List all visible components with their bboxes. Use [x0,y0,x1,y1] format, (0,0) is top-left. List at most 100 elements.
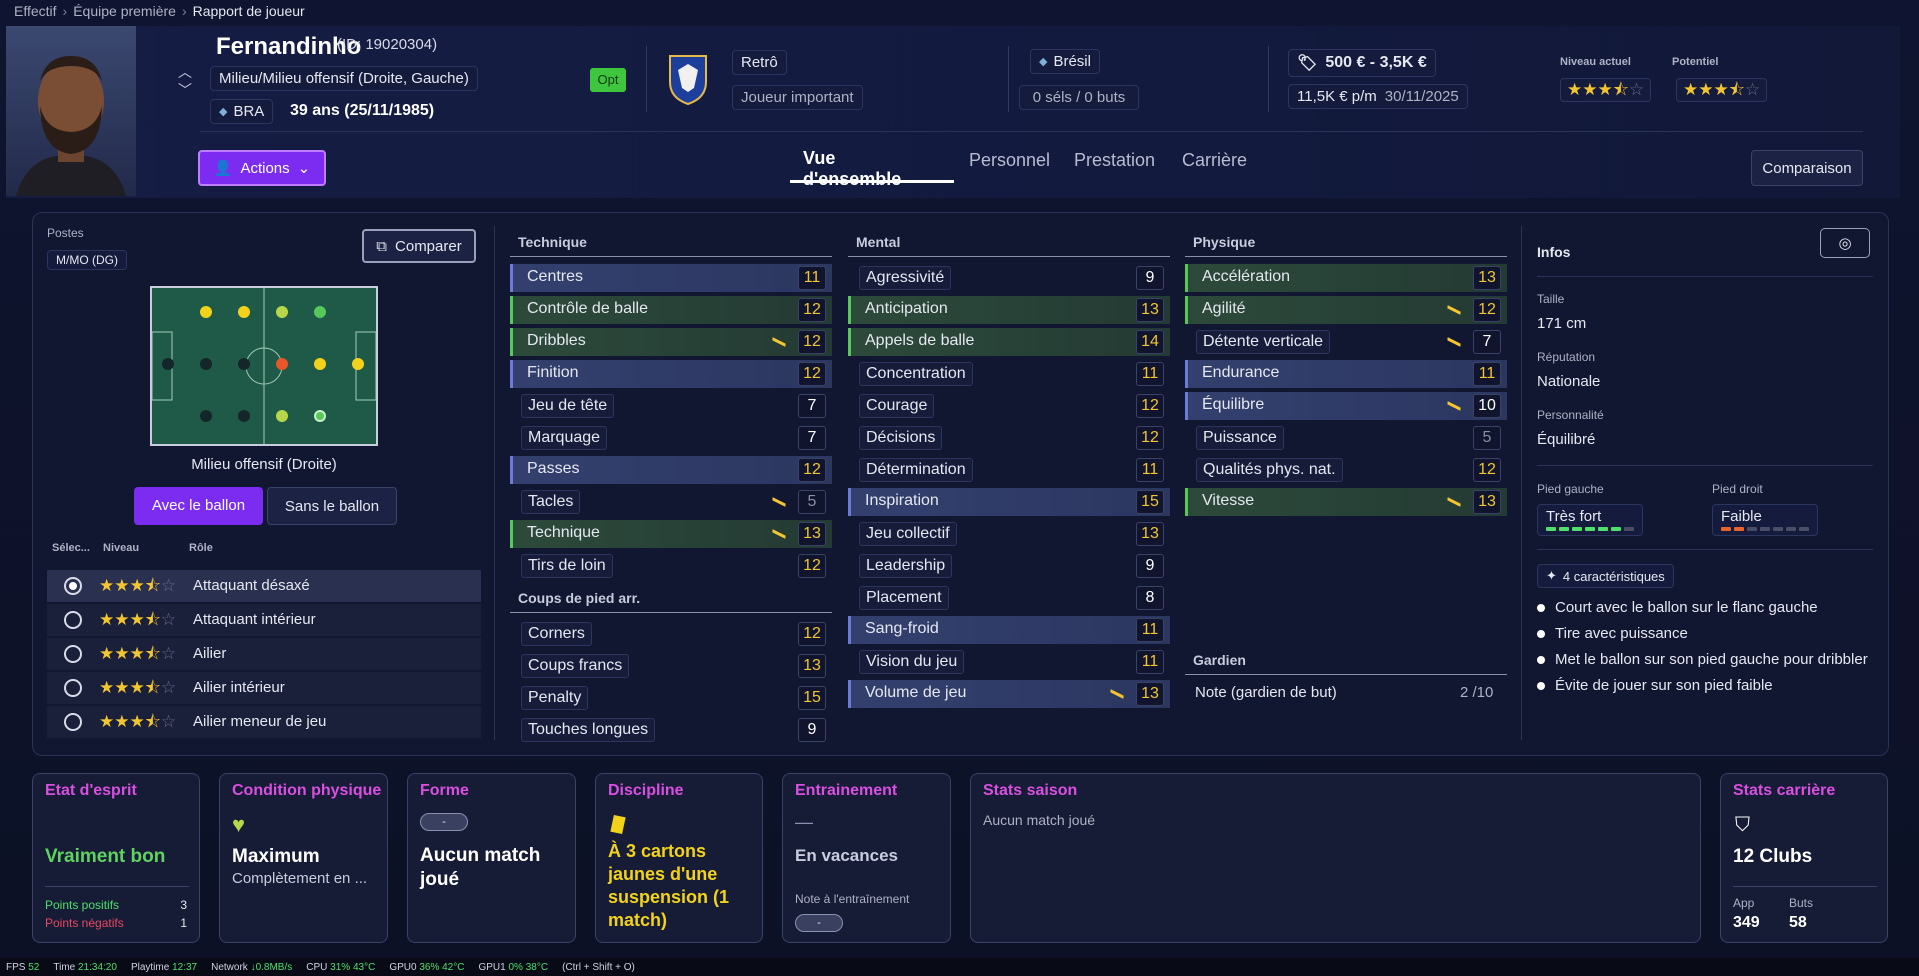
attribute-row[interactable]: Dribbles 12 [510,328,832,356]
value-pill[interactable]: 🏷 500 € - 3,5K € [1288,49,1436,77]
attribute-row[interactable]: Penalty 15 [510,684,832,712]
role-row[interactable]: ★★★⯪☆ Ailier [47,638,481,670]
heart-icon: ♥ [232,812,246,837]
attribute-value: 12 [798,330,826,354]
attribute-row[interactable]: Placement 8 [848,584,1170,612]
attribute-row[interactable]: Corners 12 [510,620,832,648]
attribute-row[interactable]: Tirs de loin 12 [510,552,832,580]
role-row[interactable]: ★★★⯪☆ Ailier intérieur [47,672,481,704]
tab-personal[interactable]: Personnel [969,150,1050,171]
attribute-row[interactable]: Contrôle de balle 12 [510,296,832,324]
with-ball-toggle[interactable]: Avec le ballon [134,487,263,525]
attribute-row[interactable]: Détermination 11 [848,456,1170,484]
role-radio[interactable] [64,611,82,629]
attribute-row[interactable]: Jeu de tête 7 [510,392,832,420]
prev-player-icon[interactable]: ︿ [178,62,192,82]
trend-arrow-icon [1447,337,1462,347]
attribute-name: Technique [527,524,600,541]
attribute-name: Finition [527,364,579,381]
divider [45,886,189,887]
morale-card[interactable]: Etat d'esprit Vraiment bon Points positi… [32,773,200,943]
personality-label: Personnalité [1537,408,1604,422]
attribute-row[interactable]: Finition 12 [510,360,832,388]
attribute-row[interactable]: Leadership 9 [848,552,1170,580]
comparison-button[interactable]: Comparaison [1751,150,1863,186]
attribute-row[interactable]: Jeu collectif 13 [848,520,1170,548]
personality-wheel-button[interactable]: ◎ [1820,228,1870,258]
attribute-row[interactable]: Agressivité 9 [848,264,1170,292]
attribute-row[interactable]: Tacles 5 [510,488,832,516]
discipline-title: Discipline [608,782,684,799]
tab-performance[interactable]: Prestation [1074,150,1155,171]
attribute-value: 11 [798,266,826,290]
next-player-icon[interactable]: ﹀ [178,80,192,100]
morale-value: Vraiment bon [45,846,166,867]
foot-level-bar [1624,527,1634,531]
attribute-row[interactable]: Concentration 11 [848,360,1170,388]
attribute-row[interactable]: Centres 11 [510,264,832,292]
role-row[interactable]: ★★★⯪☆ Ailier meneur de jeu [47,706,481,738]
season-stats-title: Stats saison [983,782,1078,799]
career-stats-card[interactable]: Stats carrière ⛉ 12 Clubs App Buts 349 5… [1720,773,1888,943]
role-row[interactable]: ★★★⯪☆ Attaquant désaxé [47,570,481,602]
attribute-row[interactable]: Coups francs 13 [510,652,832,680]
trait-text: Court avec le ballon sur le flanc gauche [1555,599,1818,616]
attribute-name: Marquage [521,426,608,450]
playtime-stat: Playtime 12:37 [130,961,198,973]
attribute-row[interactable]: Détente verticale 7 [1185,328,1507,356]
attribute-row[interactable]: Accélération 13 [1185,264,1507,292]
player-value: 500 € - 3,5K € [1325,54,1427,71]
attribute-row[interactable]: Vision du jeu 11 [848,648,1170,676]
attribute-row[interactable]: Puissance 5 [1185,424,1507,452]
attribute-row[interactable]: Courage 12 [848,392,1170,420]
attribute-row[interactable]: Agilité 12 [1185,296,1507,324]
tab-overview[interactable]: Vue d'ensemble [803,148,901,190]
attribute-row[interactable]: Décisions 12 [848,424,1170,452]
discipline-card[interactable]: Discipline À 3 cartons jaunes d'une susp… [595,773,763,943]
attribute-row[interactable]: Technique 13 [510,520,832,548]
role-row[interactable]: ★★★⯪☆ Attaquant intérieur [47,604,481,636]
attribute-row[interactable]: Équilibre 10 [1185,392,1507,420]
attribute-row[interactable]: Endurance 11 [1185,360,1507,388]
star-icon: ★ [99,678,115,697]
foot-level-bar [1611,527,1621,531]
role-radio[interactable] [64,679,82,697]
squad-status: Joueur important [732,85,863,110]
attribute-row[interactable]: Anticipation 13 [848,296,1170,324]
compare-button[interactable]: ⧉ Comparer [362,229,476,263]
tab-career[interactable]: Carrière [1182,150,1247,171]
without-ball-toggle[interactable]: Sans le ballon [267,487,397,525]
attribute-value: 12 [1136,426,1164,450]
breadcrumb: Effectif › Équipe première › Rapport de jo… [14,3,305,19]
attribute-row[interactable]: Qualités phys. nat. 12 [1185,456,1507,484]
attribute-name: Centres [527,268,584,285]
breadcrumb-item[interactable]: Équipe première [73,3,176,19]
traits-count-pill[interactable]: ✦ 4 caractéristiques [1537,564,1674,588]
role-name: Attaquant désaxé [193,577,310,594]
role-radio[interactable] [64,645,82,663]
yellow-card-icon [610,814,626,835]
role-radio[interactable] [64,577,82,595]
attribute-row[interactable]: Vitesse 13 [1185,488,1507,516]
divider [1537,276,1873,277]
attribute-row[interactable]: Appels de balle 14 [848,328,1170,356]
actions-button[interactable]: 👤 Actions ⌄ [198,150,326,186]
attribute-row[interactable]: Sang-froid 11 [848,616,1170,644]
form-card[interactable]: Forme - Aucun match joué [407,773,576,943]
role-radio[interactable] [64,713,82,731]
nation-pill[interactable]: ◆ Brésil [1030,49,1100,74]
attribute-row[interactable]: Inspiration 15 [848,488,1170,516]
divider [646,46,647,112]
training-card[interactable]: Entrainement — En vacances Note à l'entr… [782,773,951,943]
season-stats-card[interactable]: Stats saison Aucun match joué [970,773,1701,943]
trend-arrow-icon [772,497,787,507]
attribute-row[interactable]: Touches longues 9 [510,716,832,744]
breadcrumb-item[interactable]: Effectif [14,3,57,19]
club-crest-icon[interactable] [666,52,710,111]
condition-card[interactable]: Condition physique ♥ Maximum Complètemen… [219,773,388,943]
left-foot-label: Pied gauche [1537,482,1604,496]
attribute-row[interactable]: Volume de jeu 13 [848,680,1170,708]
attribute-row[interactable]: Marquage 7 [510,424,832,452]
attribute-name: Coups francs [521,654,630,678]
attribute-row[interactable]: Passes 12 [510,456,832,484]
